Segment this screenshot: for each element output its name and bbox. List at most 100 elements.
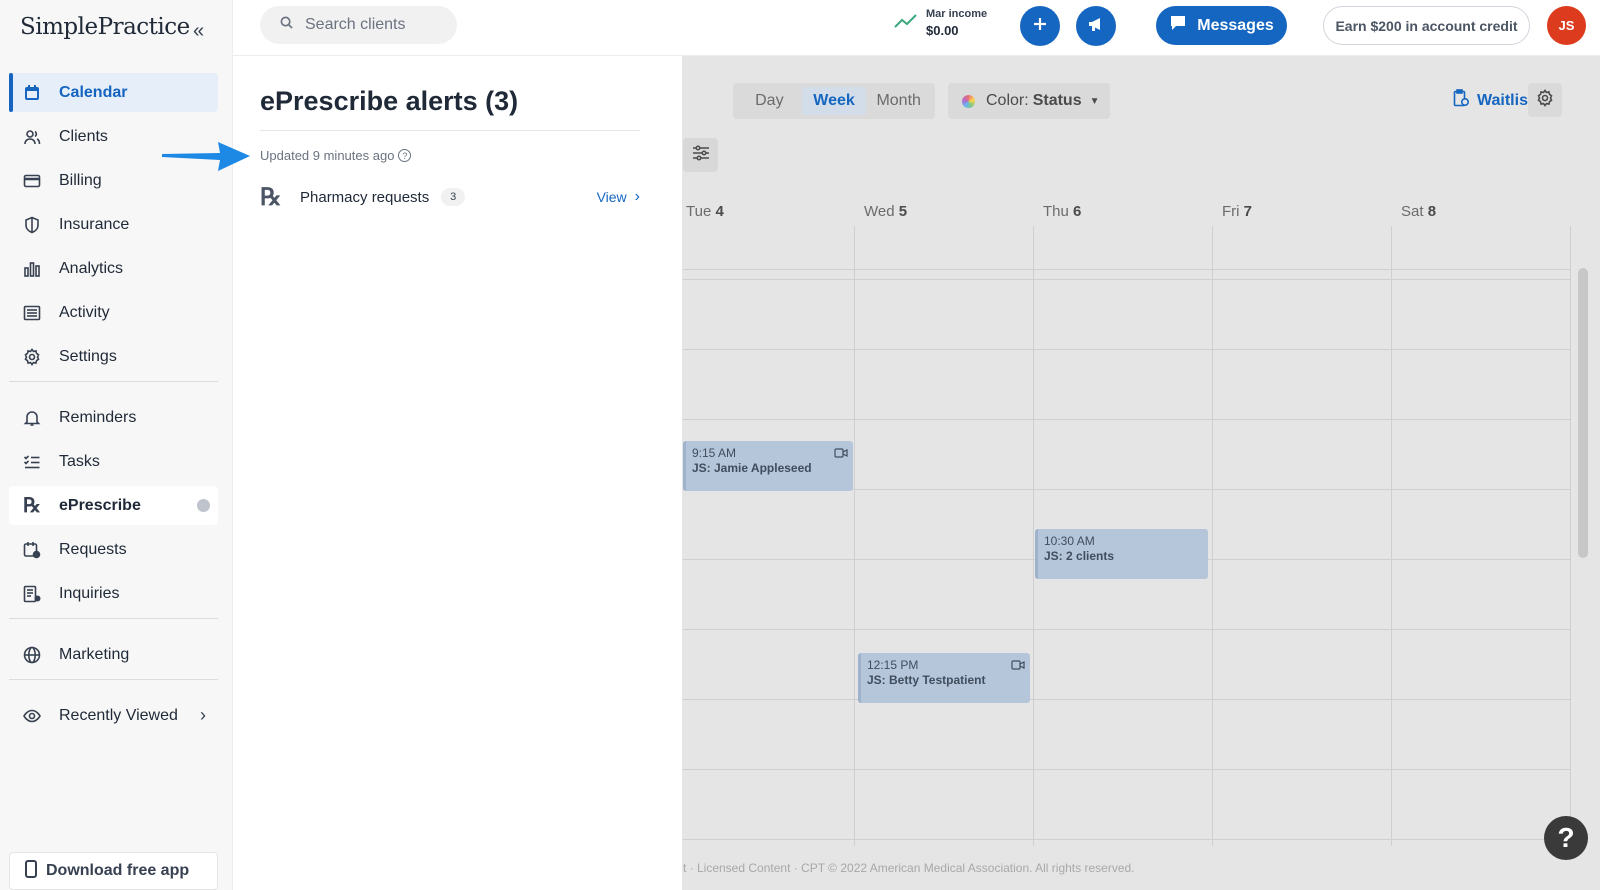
collapse-sidebar-icon[interactable]: «: [193, 20, 204, 43]
appointment-name: JS: Jamie Appleseed: [692, 461, 812, 475]
appointment-time: 12:15 PM: [867, 658, 919, 672]
grid-line: [683, 279, 1571, 280]
annotation-arrow-icon: [162, 142, 250, 171]
grid-line: [683, 349, 1571, 350]
help-icon[interactable]: ?: [398, 149, 412, 162]
color-value: Status: [1032, 92, 1082, 109]
grid-line: [683, 769, 1571, 770]
topbar: Search clients Mar income $0.00 Messages…: [233, 0, 1600, 56]
chevron-right-icon: ›: [634, 188, 640, 205]
appointment-time: 10:30 AM: [1044, 534, 1095, 548]
plus-icon: [1032, 16, 1048, 37]
appointment-name: JS: Betty Testpatient: [867, 673, 986, 687]
sidebar-item-label: Recently Viewed: [59, 706, 178, 724]
sidebar-item-label: Analytics: [59, 259, 124, 277]
announcements-button[interactable]: [1076, 6, 1116, 46]
sidebar-item-label: Reminders: [59, 408, 137, 426]
grid-line: [683, 629, 1571, 630]
sidebar-item-marketing[interactable]: Marketing: [9, 635, 218, 674]
sidebar-item-insurance[interactable]: Insurance: [9, 205, 218, 244]
earn-credit-button[interactable]: Earn $200 in account credit: [1323, 6, 1530, 45]
sidebar-item-requests[interactable]: Requests: [9, 530, 218, 569]
sidebar: SimplePractice « Calendar Clients Billin…: [0, 0, 233, 890]
waitlist-button[interactable]: Waitlist: [1453, 89, 1533, 112]
sidebar-item-calendar[interactable]: Calendar: [9, 73, 218, 112]
download-app-label: Download free app: [46, 862, 190, 879]
day-header: Wed 5: [864, 203, 908, 220]
list-icon: [22, 303, 42, 323]
caret-down-icon: ▼: [1089, 95, 1100, 107]
pharmacy-requests-row[interactable]: ℞ Pharmacy requests 3 View ›: [260, 180, 640, 214]
add-button[interactable]: [1020, 6, 1060, 46]
sidebar-item-label: Billing: [59, 171, 102, 189]
panel-divider: [260, 130, 640, 131]
sidebar-divider: [9, 618, 218, 619]
search-placeholder: Search clients: [305, 16, 406, 33]
income-widget[interactable]: Mar income $0.00: [894, 8, 987, 38]
sidebar-item-eprescribe[interactable]: ℞ ePrescribe: [9, 486, 218, 525]
sidebar-item-inquiries[interactable]: Inquiries: [9, 574, 218, 613]
scrollbar[interactable]: [1578, 268, 1588, 558]
appointment-time: 9:15 AM: [692, 446, 737, 460]
updated-status: Updated 9 minutes ago ?: [260, 148, 412, 163]
shield-icon: [22, 215, 42, 235]
calendar-settings-button[interactable]: [1528, 83, 1562, 117]
avatar[interactable]: JS: [1547, 6, 1586, 45]
day-header: Sat 8: [1401, 203, 1437, 220]
color-dropdown[interactable]: Color: Status ▼: [948, 83, 1110, 119]
grid-line: [683, 699, 1571, 700]
copyright-footer: t · Licensed Content · CPT © 2022 Americ…: [683, 861, 1135, 875]
grid-line: [1391, 226, 1392, 846]
sidebar-item-label: Insurance: [59, 215, 130, 233]
day-view-tab[interactable]: Day: [737, 87, 802, 115]
appointment-card[interactable]: 10:30 AM JS: 2 clients: [1035, 529, 1208, 579]
sidebar-item-analytics[interactable]: Analytics: [9, 249, 218, 288]
sidebar-divider: [9, 679, 218, 680]
color-wheel-icon: [962, 94, 975, 108]
grid-line: [683, 269, 1571, 270]
appointment-card[interactable]: 9:15 AM JS: Jamie Appleseed: [683, 441, 853, 491]
download-app-button[interactable]: Download free app: [9, 852, 218, 890]
updated-text: Updated 9 minutes ago: [260, 148, 395, 163]
help-button[interactable]: ?: [1544, 816, 1588, 860]
sidebar-item-reminders[interactable]: Reminders: [9, 398, 218, 437]
sidebar-item-label: ePrescribe: [59, 496, 141, 514]
chat-bubble-icon: [1169, 14, 1187, 37]
search-input[interactable]: Search clients: [260, 6, 457, 44]
messages-button[interactable]: Messages: [1156, 6, 1287, 45]
trend-up-icon: [894, 13, 918, 34]
megaphone-icon: [1087, 15, 1105, 38]
sidebar-item-recently-viewed[interactable]: Recently Viewed ›: [9, 696, 218, 735]
waitlist-label: Waitlist: [1477, 91, 1534, 109]
calendar-area: Day Week Month Color: Status ▼ Waitlist …: [683, 56, 1600, 890]
sidebar-divider: [9, 381, 218, 382]
week-view-tab[interactable]: Week: [801, 87, 867, 115]
filter-button[interactable]: [683, 138, 718, 172]
sidebar-item-tasks[interactable]: Tasks: [9, 442, 218, 481]
globe-icon: [22, 645, 42, 665]
sidebar-item-settings[interactable]: Settings: [9, 337, 218, 376]
view-link[interactable]: View ›: [597, 188, 640, 206]
pharmacy-requests-label: Pharmacy requests: [300, 188, 430, 206]
day-header: Fri 7: [1222, 203, 1253, 220]
grid-line: [854, 226, 855, 846]
eye-icon: [22, 706, 42, 726]
grid-line: [1570, 226, 1571, 846]
appointment-name: JS: 2 clients: [1044, 549, 1115, 563]
checklist-icon: [22, 452, 42, 472]
credit-card-icon: [22, 171, 42, 191]
month-view-tab[interactable]: Month: [866, 87, 931, 115]
appointment-card[interactable]: 12:15 PM JS: Betty Testpatient: [858, 653, 1030, 703]
grid-line: [1033, 226, 1034, 846]
calendar-request-icon: [22, 540, 42, 560]
sidebar-item-label: Activity: [59, 303, 110, 321]
grid-line: [1212, 226, 1213, 846]
grid-line: [683, 839, 1571, 840]
sidebar-item-label: Marketing: [59, 645, 130, 663]
sidebar-item-activity[interactable]: Activity: [9, 293, 218, 332]
users-icon: [22, 127, 42, 147]
logo[interactable]: SimplePractice: [20, 14, 190, 40]
view-switcher: Day Week Month: [733, 83, 935, 119]
rx-icon: ℞: [260, 183, 282, 211]
bell-icon: [22, 408, 42, 428]
